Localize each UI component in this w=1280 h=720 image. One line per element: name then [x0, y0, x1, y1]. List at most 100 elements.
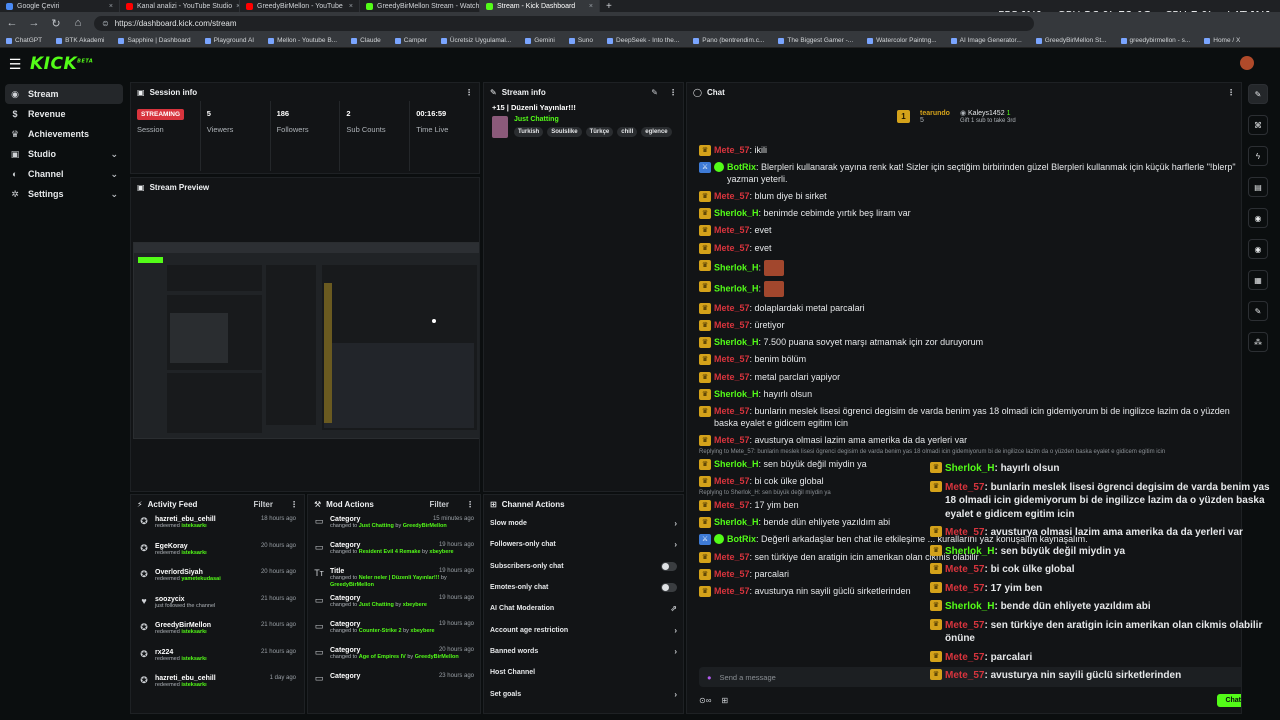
- more-options-icon[interactable]: ⋮: [466, 500, 474, 509]
- bookmark-item[interactable]: Ücretsiz Uygulamal...: [440, 37, 511, 44]
- chat-username[interactable]: BotRix: [727, 162, 756, 172]
- bookmark-item[interactable]: Sapphire | Dashboard: [118, 37, 191, 44]
- chat-username[interactable]: Mete_57: [714, 354, 750, 364]
- chat-username[interactable]: Sherlok_H: [714, 208, 759, 218]
- chat-username[interactable]: Sherlok_H: [714, 284, 759, 294]
- filter-button[interactable]: Filter: [253, 500, 273, 509]
- sidebar-item-settings[interactable]: ✲ Settings ⌄: [0, 184, 128, 204]
- browser-tab[interactable]: GreedyBirMellon Stream - Watch×: [360, 0, 480, 12]
- chat-username[interactable]: Mete_57: [714, 435, 750, 445]
- activity-user[interactable]: GreedyBirMellon: [155, 622, 255, 629]
- tag-chip[interactable]: chill: [617, 127, 638, 137]
- chat-username[interactable]: Sherlok_H: [714, 517, 759, 527]
- sidebar-item-revenue[interactable]: $ Revenue: [0, 104, 128, 124]
- lightning-icon[interactable]: ϟ: [1248, 146, 1268, 166]
- activity-user[interactable]: hazreti_ebu_cehill: [155, 516, 255, 523]
- wrench-icon[interactable]: ✎: [1248, 301, 1268, 321]
- people-icon[interactable]: ⁂: [1248, 332, 1268, 352]
- reload-icon[interactable]: ↻: [50, 17, 62, 30]
- back-icon[interactable]: ←: [6, 17, 18, 29]
- channel-action-banned-words[interactable]: Banned words ›: [484, 641, 683, 662]
- channel-action-ai-chat-moderation[interactable]: AI Chat Moderation ⇗: [484, 598, 683, 619]
- edit-icon[interactable]: ✎: [1248, 84, 1268, 104]
- sidebar-item-studio[interactable]: ▣ Studio ⌄: [0, 144, 128, 164]
- activity-user[interactable]: rx224: [155, 649, 255, 656]
- chat-username[interactable]: Mete_57: [714, 476, 750, 486]
- activity-user[interactable]: soozycix: [155, 596, 255, 603]
- kick-logo[interactable]: KICKBETA: [30, 54, 93, 74]
- bookmark-item[interactable]: Home / X: [1204, 37, 1240, 44]
- bookmark-item[interactable]: Playground AI: [204, 37, 254, 44]
- chat-username[interactable]: Mete_57: [714, 145, 750, 155]
- chat-username[interactable]: Mete_57: [714, 552, 750, 562]
- leader-name[interactable]: tearundo: [920, 110, 950, 117]
- bookmark-item[interactable]: Mellon - Youtube B...: [268, 37, 337, 44]
- chat-username[interactable]: Mete_57: [714, 406, 750, 416]
- more-options-icon[interactable]: ⋮: [465, 88, 473, 97]
- bookmark-item[interactable]: GreedyBirMellon St...: [1035, 37, 1107, 44]
- tag-chip[interactable]: Türkçe: [585, 127, 614, 137]
- toggle-switch[interactable]: [661, 561, 677, 571]
- chat-username[interactable]: Mete_57: [945, 652, 984, 663]
- chat-username[interactable]: Mete_57: [945, 620, 984, 631]
- more-options-icon[interactable]: ⋮: [290, 500, 298, 509]
- bookmark-item[interactable]: The Biggest Gamer -...: [778, 37, 853, 44]
- chat-username[interactable]: Mete_57: [945, 670, 984, 681]
- bookmark-item[interactable]: Claude: [351, 37, 381, 44]
- more-options-icon[interactable]: ⋮: [669, 88, 677, 97]
- chat-username[interactable]: Mete_57: [714, 225, 750, 235]
- browser-tab[interactable]: GreedyBirMellon - YouTube ×: [240, 0, 360, 12]
- avatar[interactable]: [1240, 56, 1254, 70]
- sidebar-item-achievements[interactable]: ♛ Achievements: [0, 124, 128, 144]
- gift-icon[interactable]: ⊞: [721, 696, 728, 705]
- chat-username[interactable]: Mete_57: [714, 500, 750, 510]
- close-tab-icon[interactable]: ×: [109, 3, 113, 10]
- bookmark-item[interactable]: DeepSeek - Into the...: [607, 37, 679, 44]
- sidebar-item-stream[interactable]: ◉ Stream: [5, 84, 123, 104]
- chat-username[interactable]: Mete_57: [714, 586, 750, 596]
- chat-username[interactable]: Mete_57: [714, 191, 750, 201]
- chat-username[interactable]: Mete_57: [714, 243, 750, 253]
- close-tab-icon[interactable]: ×: [349, 3, 353, 10]
- chat-username[interactable]: Mete_57: [714, 303, 750, 313]
- chat-username[interactable]: Sherlok_H: [945, 601, 994, 612]
- channel-action-emotes-only-chat[interactable]: Emotes-only chat: [484, 577, 683, 598]
- channel-action-account-age-restriction[interactable]: Account age restriction ›: [484, 619, 683, 640]
- bookmark-item[interactable]: AI Image Generator...: [950, 37, 1022, 44]
- channel-action-followers-only-chat[interactable]: Followers-only chat ›: [484, 534, 683, 555]
- stream-category[interactable]: Just Chatting: [514, 116, 672, 123]
- activity-user[interactable]: OverlordSiyah: [155, 569, 255, 576]
- chat-username[interactable]: Mete_57: [945, 482, 984, 493]
- sidebar-item-channel[interactable]: ◐ Channel ⌄: [0, 164, 128, 184]
- clipboard-icon[interactable]: ▤: [1248, 177, 1268, 197]
- address-bar[interactable]: ⊜ https://dashboard.kick.com/stream: [94, 15, 1034, 31]
- edit-icon[interactable]: ✎: [651, 88, 658, 97]
- chat-username[interactable]: Sherlok_H: [714, 389, 759, 399]
- close-tab-icon[interactable]: ×: [589, 3, 593, 10]
- chat-username[interactable]: Sherlok_H: [714, 262, 759, 272]
- chat-username[interactable]: Mete_57: [945, 527, 984, 538]
- bookmark-item[interactable]: ChatGPT: [6, 37, 42, 44]
- home-icon[interactable]: ⌂: [72, 17, 84, 29]
- bookmark-item[interactable]: Pano (bentrendim.c...: [693, 37, 764, 44]
- bookmark-item[interactable]: Watercolor Paintng...: [867, 37, 937, 44]
- site-info-icon[interactable]: ⊜: [102, 19, 109, 28]
- browser-tab[interactable]: Kanal analizi - YouTube Studio ×: [120, 0, 240, 12]
- channel-action-set-goals[interactable]: Set goals ›: [484, 683, 683, 704]
- menu-icon[interactable]: ☰: [0, 56, 30, 73]
- bookmark-item[interactable]: greedybirmellon - s...: [1120, 37, 1190, 44]
- chat-username[interactable]: Sherlok_H: [945, 546, 994, 557]
- bookmark-item[interactable]: BTK Akademi: [56, 37, 104, 44]
- activity-user[interactable]: EgeKoray: [155, 543, 255, 550]
- slash-command-icon[interactable]: ⌘: [1248, 115, 1268, 135]
- bookmark-item[interactable]: Camper: [394, 37, 427, 44]
- chat-username[interactable]: Mete_57: [714, 569, 750, 579]
- chat-username[interactable]: Mete_57: [945, 564, 984, 575]
- bookmark-item[interactable]: Gemini: [525, 37, 555, 44]
- tag-chip[interactable]: Turkish: [514, 127, 544, 137]
- channel-action-subscribers-only-chat[interactable]: Subscribers-only chat: [484, 556, 683, 577]
- filter-button[interactable]: Filter: [429, 500, 449, 509]
- more-options-icon[interactable]: ⋮: [1227, 88, 1235, 97]
- send-chat-button[interactable]: Chat: [1217, 693, 1241, 707]
- points-icon[interactable]: ⊙∞: [699, 696, 711, 705]
